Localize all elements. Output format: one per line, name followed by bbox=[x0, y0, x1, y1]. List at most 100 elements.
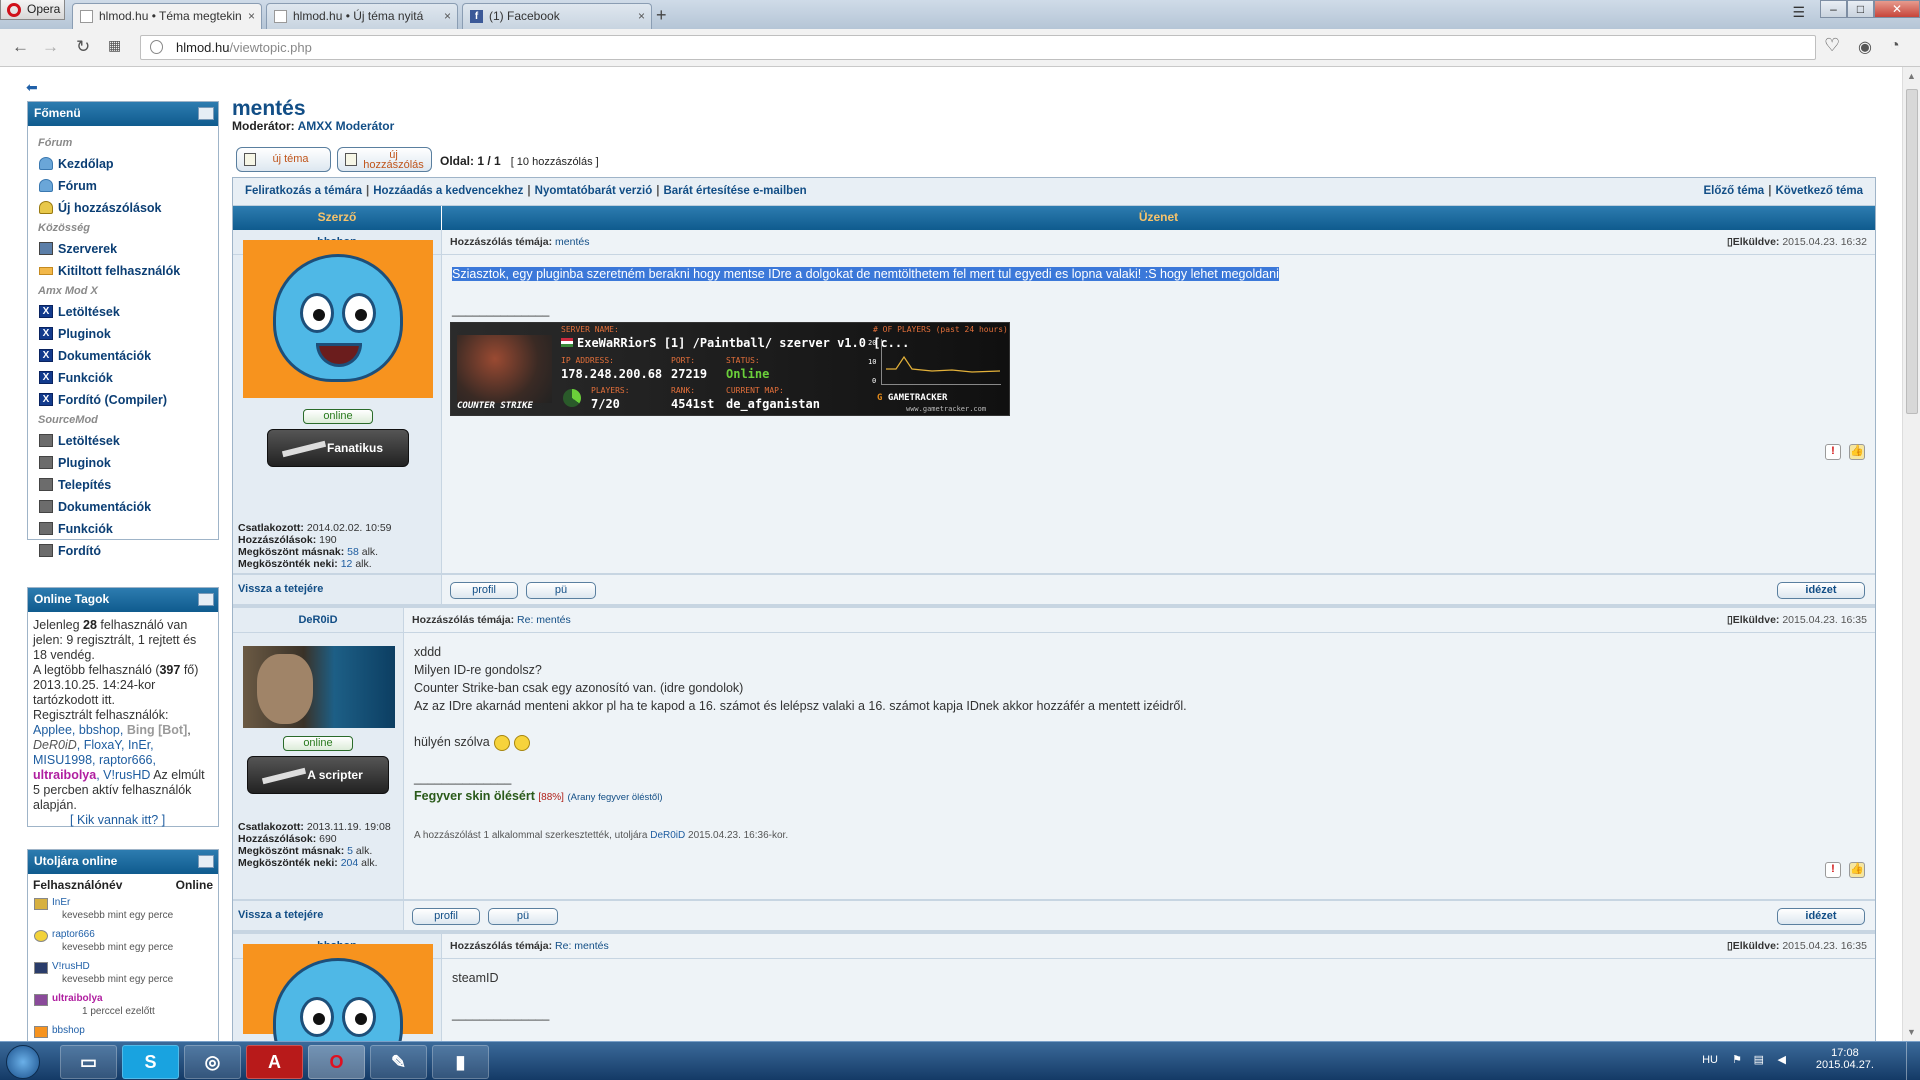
close-tab-icon[interactable]: × bbox=[444, 4, 451, 28]
page-info-icon[interactable] bbox=[150, 40, 163, 54]
pm-button[interactable]: pü bbox=[488, 908, 558, 925]
skype-taskbar-icon[interactable]: S bbox=[122, 1045, 179, 1079]
bookmark-heart-icon[interactable]: ♡ bbox=[1824, 35, 1840, 56]
last-online-user[interactable]: bbshop bbox=[52, 1024, 218, 1038]
scroll-up-icon[interactable]: ▲ bbox=[1907, 71, 1916, 81]
back-to-top-link[interactable]: Vissza a tetejére bbox=[233, 575, 442, 604]
menu-item-home[interactable]: Kezdőlap bbox=[38, 153, 210, 175]
online-users[interactable]: Applee, bbshop, bbox=[33, 723, 123, 737]
email-friend-link[interactable]: Barát értesítése e-mailben bbox=[663, 185, 806, 197]
menu-item-amx-compiler[interactable]: X Fordító (Compiler) bbox=[38, 389, 210, 411]
menu-item-amx-plugins[interactable]: X Pluginok bbox=[38, 323, 210, 345]
scrollbar-thumb[interactable] bbox=[1906, 89, 1918, 414]
menu-item-servers[interactable]: Szerverek bbox=[38, 238, 210, 260]
chrome-taskbar-icon[interactable]: ◎ bbox=[184, 1045, 241, 1079]
account-icon[interactable]: ◔ bbox=[1890, 37, 1900, 55]
profile-button[interactable]: profil bbox=[450, 582, 518, 599]
online-moderator[interactable]: ultraibolya bbox=[33, 768, 96, 782]
menu-item-amx-docs[interactable]: X Dokumentációk bbox=[38, 345, 210, 367]
menu-item-sm-functions[interactable]: Funkciók bbox=[38, 518, 210, 540]
thanks-given-value[interactable]: 58 bbox=[347, 546, 359, 558]
flag-icon[interactable]: ⚑ bbox=[1732, 1053, 1742, 1066]
online-users[interactable]: , V!rusHD bbox=[96, 768, 150, 782]
thanks-icon[interactable]: 👍 bbox=[1849, 444, 1865, 460]
menu-item-sm-plugins[interactable]: Pluginok bbox=[38, 452, 210, 474]
app-taskbar-icon[interactable]: ▮ bbox=[432, 1045, 489, 1079]
back-arrow-icon[interactable]: ⬅ bbox=[26, 79, 38, 96]
collapse-icon[interactable] bbox=[198, 107, 214, 120]
start-button[interactable] bbox=[6, 1045, 40, 1079]
language-indicator[interactable]: HU bbox=[1702, 1054, 1718, 1066]
pm-button[interactable]: pü bbox=[526, 582, 596, 599]
url-field[interactable]: hlmod.hu/viewtopic.php bbox=[140, 35, 1816, 60]
quote-button[interactable]: idézet bbox=[1777, 582, 1865, 599]
close-window-icon[interactable]: ✕ bbox=[1874, 0, 1920, 18]
last-online-user[interactable]: raptor666 bbox=[52, 928, 218, 942]
close-tab-icon[interactable]: × bbox=[248, 4, 255, 28]
tab-viewtopic[interactable]: hlmod.hu • Téma megtekin × bbox=[72, 3, 262, 30]
menu-item-sm-install[interactable]: Telepítés bbox=[38, 474, 210, 496]
new-tab-icon[interactable]: + bbox=[656, 5, 667, 26]
forward-icon[interactable]: → bbox=[42, 37, 59, 57]
tab-new-topic[interactable]: hlmod.hu • Új téma nyitá × bbox=[266, 3, 458, 29]
last-online-user[interactable]: V!rusHD bbox=[52, 960, 218, 974]
thanks-given-value[interactable]: 5 bbox=[347, 845, 353, 857]
menu-item-sm-compiler[interactable]: Fordító bbox=[38, 540, 210, 562]
tab-menu-icon[interactable]: ☰ bbox=[1792, 4, 1805, 21]
new-reply-button[interactable]: új hozzászólás bbox=[337, 147, 432, 172]
subscribe-link[interactable]: Feliratkozás a témára bbox=[245, 185, 362, 197]
previous-topic-link[interactable]: Előző téma bbox=[1704, 185, 1765, 197]
menu-item-sm-docs[interactable]: Dokumentációk bbox=[38, 496, 210, 518]
next-topic-link[interactable]: Következő téma bbox=[1775, 185, 1863, 197]
thanks-icon[interactable]: 👍 bbox=[1849, 862, 1865, 878]
network-icon[interactable]: ▤ bbox=[1754, 1053, 1764, 1066]
menu-item-banned[interactable]: Kitiltott felhasználók bbox=[38, 260, 210, 282]
online-bot[interactable]: Bing [Bot] bbox=[127, 723, 187, 737]
stat-label: Hozzászólások: bbox=[238, 534, 317, 546]
print-link[interactable]: Nyomtatóbarát verzió bbox=[535, 185, 653, 197]
thanks-received-value[interactable]: 204 bbox=[341, 857, 359, 869]
menu-item-new-posts[interactable]: Új hozzászólások bbox=[38, 197, 210, 219]
profile-button[interactable]: profil bbox=[412, 908, 480, 925]
show-desktop-button[interactable] bbox=[1906, 1042, 1920, 1080]
menu-item-sm-downloads[interactable]: Letöltések bbox=[38, 430, 210, 452]
menu-item-forum[interactable]: Fórum bbox=[38, 175, 210, 197]
new-topic-button[interactable]: új téma bbox=[236, 147, 331, 172]
bookmark-link[interactable]: Hozzáadás a kedvencekhez bbox=[373, 185, 523, 197]
opera-taskbar-icon[interactable]: O bbox=[308, 1045, 365, 1079]
scroll-down-icon[interactable]: ▼ bbox=[1907, 1027, 1916, 1037]
clock[interactable]: 17:08 2015.04.27. bbox=[1816, 1047, 1874, 1071]
extension-icon[interactable]: ◉ bbox=[1858, 37, 1872, 57]
paint-taskbar-icon[interactable]: ✎ bbox=[370, 1045, 427, 1079]
subject-link[interactable]: Re: mentés bbox=[555, 940, 609, 952]
opera-menu-button[interactable]: Opera bbox=[0, 0, 65, 20]
acrobat-taskbar-icon[interactable]: A bbox=[246, 1045, 303, 1079]
menu-item-amx-functions[interactable]: X Funkciók bbox=[38, 367, 210, 389]
subject-link[interactable]: Re: mentés bbox=[517, 614, 571, 626]
report-icon[interactable]: ! bbox=[1825, 444, 1841, 460]
menu-item-amx-downloads[interactable]: X Letöltések bbox=[38, 301, 210, 323]
back-to-top-link[interactable]: Vissza a tetejére bbox=[233, 901, 404, 930]
subject-link[interactable]: mentés bbox=[555, 236, 589, 248]
tab-facebook[interactable]: f (1) Facebook × bbox=[462, 3, 652, 29]
online-user-italic[interactable]: DeR0iD bbox=[33, 738, 77, 752]
quote-button[interactable]: idézet bbox=[1777, 908, 1865, 925]
who-is-here-link[interactable]: [ Kik vannak itt? ] bbox=[70, 813, 165, 827]
back-icon[interactable]: ← bbox=[12, 37, 29, 57]
speed-dial-icon[interactable]: ▦ bbox=[108, 37, 121, 54]
explorer-taskbar-icon[interactable]: ▭ bbox=[60, 1045, 117, 1079]
thanks-received-value[interactable]: 12 bbox=[341, 558, 353, 570]
reload-icon[interactable]: ↻ bbox=[76, 37, 90, 57]
moderator-link[interactable]: AMXX Moderátor bbox=[298, 119, 395, 133]
gametracker-banner[interactable]: SERVER NAME: ExeWaRRiorS [1] /Paintball/… bbox=[450, 322, 1010, 416]
maximize-icon[interactable]: □ bbox=[1847, 0, 1874, 18]
vertical-scrollbar[interactable]: ▲ ▼ bbox=[1902, 67, 1920, 1041]
edit-user-link[interactable]: DeR0iD bbox=[650, 830, 685, 841]
report-icon[interactable]: ! bbox=[1825, 862, 1841, 878]
minimize-icon[interactable]: – bbox=[1820, 0, 1847, 18]
post-author[interactable]: DeR0iD bbox=[233, 608, 403, 633]
last-online-user[interactable]: ultraibolya bbox=[52, 992, 218, 1006]
volume-icon[interactable]: ◀ bbox=[1778, 1053, 1786, 1066]
last-online-user[interactable]: InEr bbox=[52, 896, 218, 910]
close-tab-icon[interactable]: × bbox=[638, 4, 645, 28]
